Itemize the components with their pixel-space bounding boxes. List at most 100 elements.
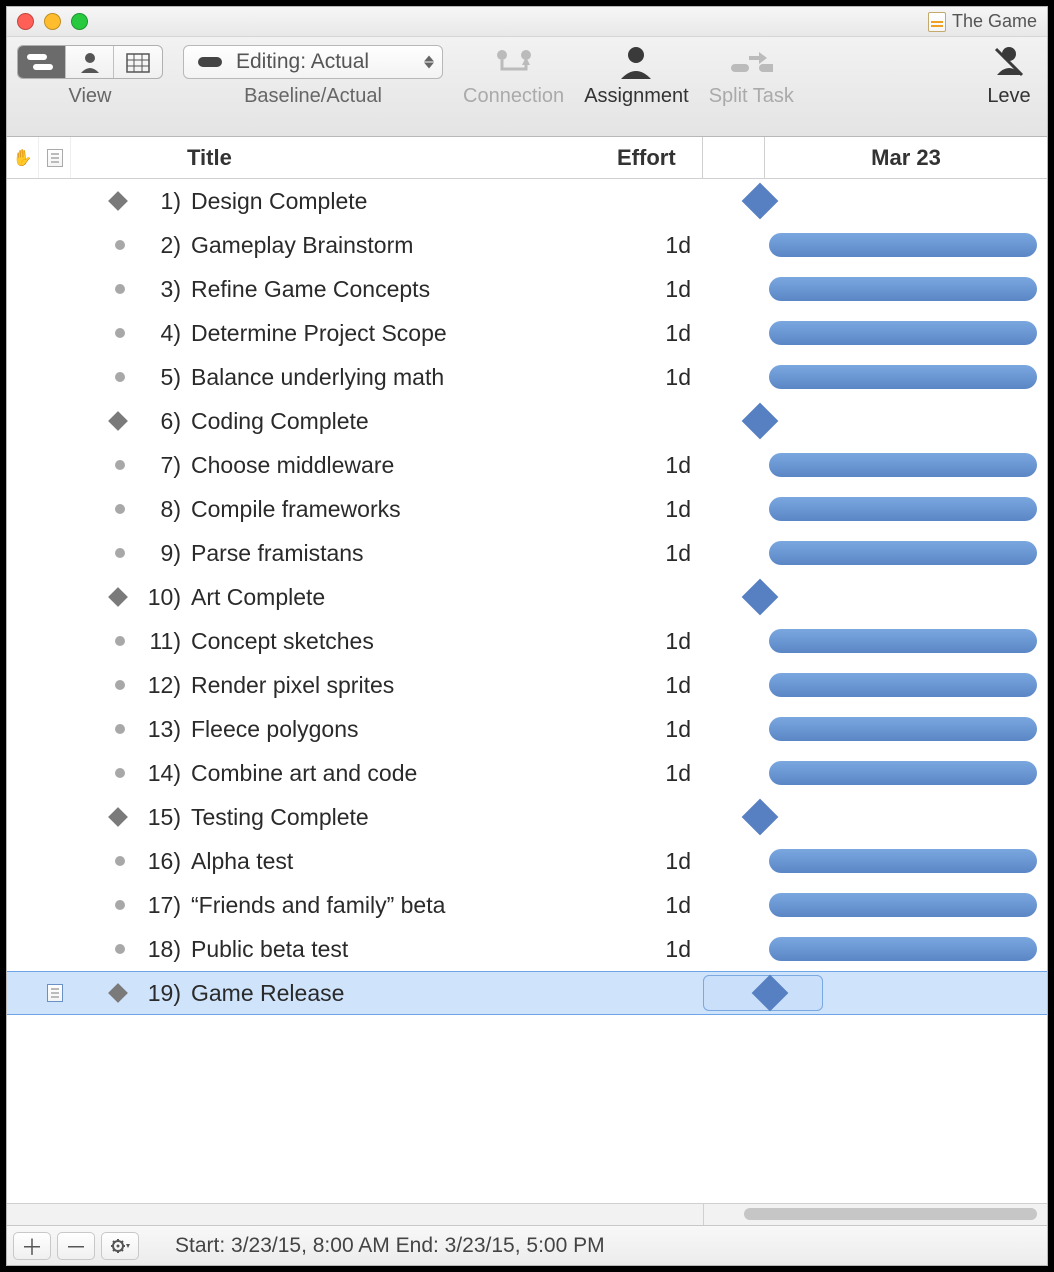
action-menu-button[interactable] xyxy=(101,1232,139,1260)
task-row[interactable]: 8)Compile frameworks1d xyxy=(7,487,1047,531)
minus-icon: － xyxy=(65,1230,87,1262)
gantt-bar[interactable] xyxy=(769,365,1037,389)
task-row[interactable]: 12)Render pixel sprites1d xyxy=(7,663,1047,707)
task-effort[interactable]: 1d xyxy=(617,452,703,479)
task-number: 11) xyxy=(131,628,187,655)
view-switcher xyxy=(17,45,163,79)
task-effort[interactable]: 1d xyxy=(617,716,703,743)
task-row[interactable]: 9)Parse framistans1d xyxy=(7,531,1047,575)
gantt-bar[interactable] xyxy=(769,321,1037,345)
task-row[interactable]: 4)Determine Project Scope1d xyxy=(7,311,1047,355)
task-row[interactable]: 19)Game Release xyxy=(7,971,1047,1015)
task-effort[interactable]: 1d xyxy=(617,276,703,303)
task-title[interactable]: Refine Game Concepts xyxy=(187,276,617,303)
task-row[interactable]: 2)Gameplay Brainstorm1d xyxy=(7,223,1047,267)
view-gantt-button[interactable] xyxy=(18,46,66,78)
assignment-button[interactable] xyxy=(608,45,664,79)
task-effort[interactable]: 1d xyxy=(617,364,703,391)
gantt-bar[interactable] xyxy=(769,849,1037,873)
task-row[interactable]: 16)Alpha test1d xyxy=(7,839,1047,883)
task-row[interactable]: 10)Art Complete xyxy=(7,575,1047,619)
task-effort[interactable]: 1d xyxy=(617,760,703,787)
task-title[interactable]: Art Complete xyxy=(187,584,617,611)
task-title[interactable]: Render pixel sprites xyxy=(187,672,617,699)
close-window-button[interactable] xyxy=(17,13,34,30)
gantt-bar[interactable] xyxy=(769,937,1037,961)
task-title[interactable]: Design Complete xyxy=(187,188,617,215)
task-title[interactable]: Choose middleware xyxy=(187,452,617,479)
task-effort[interactable]: 1d xyxy=(617,892,703,919)
task-title[interactable]: Public beta test xyxy=(187,936,617,963)
task-effort[interactable]: 1d xyxy=(617,628,703,655)
gantt-bar[interactable] xyxy=(769,453,1037,477)
plus-icon: ＋ xyxy=(21,1230,43,1262)
add-button[interactable]: ＋ xyxy=(13,1232,51,1260)
task-effort[interactable]: 1d xyxy=(617,320,703,347)
gantt-bar[interactable] xyxy=(769,673,1037,697)
task-effort[interactable]: 1d xyxy=(617,496,703,523)
task-title[interactable]: Compile frameworks xyxy=(187,496,617,523)
task-row[interactable]: 6)Coding Complete xyxy=(7,399,1047,443)
note-icon[interactable] xyxy=(47,984,63,1002)
gantt-bar[interactable] xyxy=(769,629,1037,653)
titlebar[interactable]: The Game xyxy=(7,7,1047,37)
task-effort[interactable]: 1d xyxy=(617,672,703,699)
task-title[interactable]: Fleece polygons xyxy=(187,716,617,743)
remove-button[interactable]: － xyxy=(57,1232,95,1260)
gantt-bar[interactable] xyxy=(769,761,1037,785)
task-row[interactable]: 18)Public beta test1d xyxy=(7,927,1047,971)
gantt-date-header[interactable]: Mar 23 xyxy=(765,137,1047,178)
task-title[interactable]: Alpha test xyxy=(187,848,617,875)
zoom-window-button[interactable] xyxy=(71,13,88,30)
scrollbar-thumb[interactable] xyxy=(744,1208,1037,1220)
title-column-header[interactable]: Title xyxy=(187,137,617,178)
effort-column-header[interactable]: Effort xyxy=(617,137,703,178)
task-row[interactable]: 11)Concept sketches1d xyxy=(7,619,1047,663)
view-resource-button[interactable] xyxy=(66,46,114,78)
task-dot-icon xyxy=(115,944,125,954)
split-task-button[interactable] xyxy=(723,45,779,79)
task-title[interactable]: Determine Project Scope xyxy=(187,320,617,347)
gantt-bar[interactable] xyxy=(769,893,1037,917)
milestone-diamond[interactable] xyxy=(742,403,779,440)
task-title[interactable]: Concept sketches xyxy=(187,628,617,655)
milestone-diamond[interactable] xyxy=(742,579,779,616)
gantt-bar[interactable] xyxy=(769,497,1037,521)
view-calendar-button[interactable] xyxy=(114,46,162,78)
gantt-bar[interactable] xyxy=(769,717,1037,741)
task-effort[interactable]: 1d xyxy=(617,540,703,567)
task-row[interactable]: 17)“Friends and family” beta1d xyxy=(7,883,1047,927)
baseline-actual-dropdown[interactable]: Editing: Actual xyxy=(183,45,443,79)
gantt-bar[interactable] xyxy=(769,541,1037,565)
task-number: 19) xyxy=(131,980,187,1007)
task-row[interactable]: 5)Balance underlying math1d xyxy=(7,355,1047,399)
task-title[interactable]: Coding Complete xyxy=(187,408,617,435)
scrollbar-track[interactable] xyxy=(704,1204,1047,1225)
task-row[interactable]: 3)Refine Game Concepts1d xyxy=(7,267,1047,311)
milestone-diamond[interactable] xyxy=(742,799,779,836)
task-effort[interactable]: 1d xyxy=(617,848,703,875)
gantt-bar[interactable] xyxy=(769,233,1037,257)
task-title[interactable]: Game Release xyxy=(187,980,617,1007)
task-row[interactable]: 15)Testing Complete xyxy=(7,795,1047,839)
task-effort[interactable]: 1d xyxy=(617,936,703,963)
milestone-icon xyxy=(108,411,128,431)
task-title[interactable]: Balance underlying math xyxy=(187,364,617,391)
task-title[interactable]: “Friends and family” beta xyxy=(187,892,617,919)
connection-button[interactable] xyxy=(486,45,542,79)
milestone-diamond[interactable] xyxy=(742,183,779,220)
task-title[interactable]: Combine art and code xyxy=(187,760,617,787)
task-title[interactable]: Gameplay Brainstorm xyxy=(187,232,617,259)
note-column-header[interactable] xyxy=(39,137,71,178)
task-effort[interactable]: 1d xyxy=(617,232,703,259)
task-row[interactable]: 14)Combine art and code1d xyxy=(7,751,1047,795)
drag-column-header[interactable]: ✋ xyxy=(7,137,39,178)
minimize-window-button[interactable] xyxy=(44,13,61,30)
task-title[interactable]: Testing Complete xyxy=(187,804,617,831)
gantt-bar[interactable] xyxy=(769,277,1037,301)
level-button[interactable] xyxy=(981,45,1037,79)
task-title[interactable]: Parse framistans xyxy=(187,540,617,567)
task-row[interactable]: 1)Design Complete xyxy=(7,179,1047,223)
task-row[interactable]: 13)Fleece polygons1d xyxy=(7,707,1047,751)
task-row[interactable]: 7)Choose middleware1d xyxy=(7,443,1047,487)
